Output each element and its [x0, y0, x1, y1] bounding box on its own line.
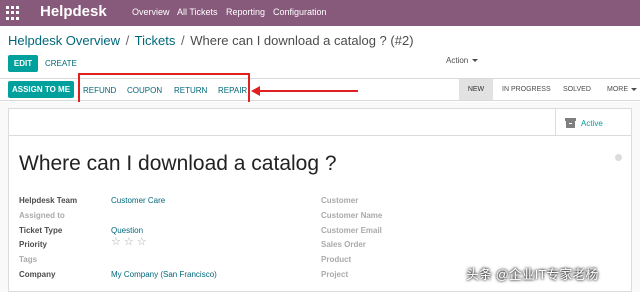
- assign-to-me-button[interactable]: ASSIGN TO ME: [8, 81, 74, 98]
- stage-in-progress[interactable]: IN PROGRESS: [493, 79, 553, 100]
- field-label-customer-email: Customer Email: [321, 226, 382, 235]
- archive-icon: [565, 118, 576, 128]
- apps-grid-icon[interactable]: [6, 6, 20, 20]
- arrow-left-icon: [251, 86, 260, 96]
- stage-pipeline: NEW IN PROGRESS SOLVED MORE: [459, 79, 640, 100]
- nav-overview[interactable]: Overview: [132, 7, 170, 17]
- active-toggle-label[interactable]: Active: [581, 119, 603, 128]
- kanban-state-icon[interactable]: [615, 154, 622, 161]
- star-icon[interactable]: ☆: [137, 236, 147, 247]
- star-icon[interactable]: ☆: [111, 236, 121, 247]
- field-label-customer: Customer: [321, 196, 359, 205]
- field-label-assigned-to: Assigned to: [19, 211, 65, 220]
- stage-new[interactable]: NEW: [459, 79, 493, 100]
- field-value-helpdesk-team[interactable]: Customer Care: [111, 196, 165, 205]
- breadcrumb: Helpdesk Overview / Tickets / Where can …: [8, 33, 414, 48]
- top-navbar: Helpdesk Overview All Tickets Reporting …: [0, 0, 640, 26]
- star-icon[interactable]: ☆: [124, 236, 134, 247]
- field-label-product: Product: [321, 255, 352, 264]
- field-label-company: Company: [19, 270, 56, 279]
- annotation-arrow-line: [258, 90, 358, 92]
- breadcrumb-current: Where can I download a catalog ? (#2): [190, 33, 414, 48]
- caret-down-icon: [472, 59, 479, 63]
- button-box-divider: [9, 135, 631, 136]
- field-label-helpdesk-team: Helpdesk Team: [19, 196, 78, 205]
- breadcrumb-separator: /: [125, 33, 130, 48]
- field-label-project: Project: [321, 270, 349, 279]
- field-label-ticket-type: Ticket Type: [19, 226, 63, 235]
- breadcrumb-separator: /: [180, 33, 185, 48]
- field-label-priority: Priority: [19, 240, 48, 249]
- stage-more-dropdown[interactable]: MORE: [597, 79, 640, 100]
- watermark: 头条 @企业IT专家老杨: [466, 267, 599, 282]
- field-value-company[interactable]: My Company (San Francisco): [111, 270, 217, 279]
- breadcrumb-tickets[interactable]: Tickets: [135, 33, 176, 48]
- nav-configuration[interactable]: Configuration: [273, 7, 327, 17]
- caret-down-icon: [631, 88, 637, 91]
- edit-button[interactable]: EDIT: [8, 55, 38, 72]
- ticket-title[interactable]: Where can I download a catalog ?: [19, 152, 337, 176]
- action-dropdown-label: Action: [446, 56, 469, 65]
- field-label-tags: Tags: [19, 255, 38, 264]
- nav-reporting[interactable]: Reporting: [226, 7, 265, 17]
- app-brand[interactable]: Helpdesk: [40, 3, 107, 20]
- stage-solved[interactable]: SOLVED: [553, 79, 597, 100]
- field-value-ticket-type[interactable]: Question: [111, 226, 143, 235]
- field-label-sales-order: Sales Order: [321, 240, 366, 249]
- create-button[interactable]: CREATE: [45, 59, 77, 68]
- breadcrumb-helpdesk-overview[interactable]: Helpdesk Overview: [8, 33, 120, 48]
- highlight-box-annotation: [78, 73, 250, 104]
- priority-stars[interactable]: ☆ ☆ ☆: [111, 236, 150, 247]
- nav-all-tickets[interactable]: All Tickets: [177, 7, 218, 17]
- action-dropdown[interactable]: Action: [446, 56, 479, 65]
- field-label-customer-name: Customer Name: [321, 211, 383, 220]
- stage-more-label: MORE: [607, 86, 628, 93]
